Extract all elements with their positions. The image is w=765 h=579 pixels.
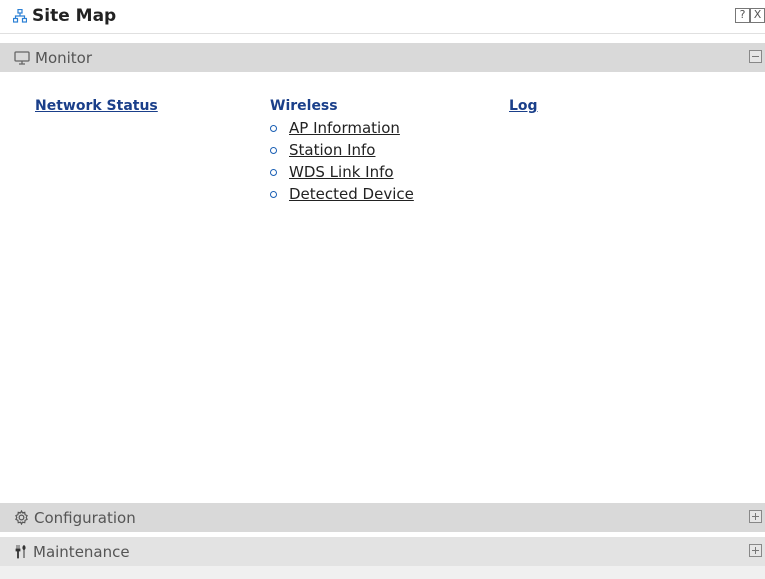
bottom-strip bbox=[0, 566, 765, 579]
bullet-icon bbox=[270, 124, 277, 132]
section-header-monitor[interactable]: Monitor bbox=[0, 43, 765, 72]
window-title-text: Site Map bbox=[32, 6, 117, 26]
list-item: WDS Link Info bbox=[270, 161, 414, 183]
section-header-maintenance[interactable]: Maintenance bbox=[0, 537, 765, 566]
bullet-icon bbox=[270, 146, 277, 154]
help-button[interactable]: ? bbox=[735, 8, 750, 23]
monitor-icon bbox=[14, 50, 30, 65]
sitemap-icon bbox=[13, 9, 27, 23]
expand-maintenance-button[interactable] bbox=[749, 544, 762, 557]
section-header-configuration[interactable]: Configuration bbox=[0, 503, 765, 532]
wireless-submenu: AP Information Station Info WDS Link Inf… bbox=[270, 117, 414, 205]
link-network-status[interactable]: Network Status bbox=[35, 98, 158, 114]
monitor-panel: Network Status Wireless Log AP Informati… bbox=[0, 72, 765, 503]
section-label-monitor: Monitor bbox=[35, 48, 93, 67]
link-detected-device[interactable]: Detected Device bbox=[289, 185, 414, 203]
bullet-icon bbox=[270, 168, 277, 176]
link-log[interactable]: Log bbox=[509, 98, 538, 114]
link-wds-link-info[interactable]: WDS Link Info bbox=[289, 163, 394, 181]
link-ap-information[interactable]: AP Information bbox=[289, 119, 400, 137]
list-item: AP Information bbox=[270, 117, 414, 139]
gear-icon bbox=[14, 510, 29, 525]
tools-icon bbox=[14, 544, 28, 559]
collapse-monitor-button[interactable] bbox=[749, 50, 762, 63]
title-bar: Site Map ? X bbox=[0, 0, 765, 34]
section-label-configuration: Configuration bbox=[34, 508, 136, 527]
expand-configuration-button[interactable] bbox=[749, 510, 762, 523]
section-label-maintenance: Maintenance bbox=[33, 542, 130, 561]
site-map-window: Site Map ? X Monitor Network Status Wire… bbox=[0, 0, 765, 579]
list-item: Detected Device bbox=[270, 183, 414, 205]
list-item: Station Info bbox=[270, 139, 414, 161]
bullet-icon bbox=[270, 190, 277, 198]
window-title: Site Map bbox=[13, 6, 116, 26]
close-button[interactable]: X bbox=[750, 8, 765, 23]
link-station-info[interactable]: Station Info bbox=[289, 141, 375, 159]
heading-wireless: Wireless bbox=[270, 98, 338, 114]
